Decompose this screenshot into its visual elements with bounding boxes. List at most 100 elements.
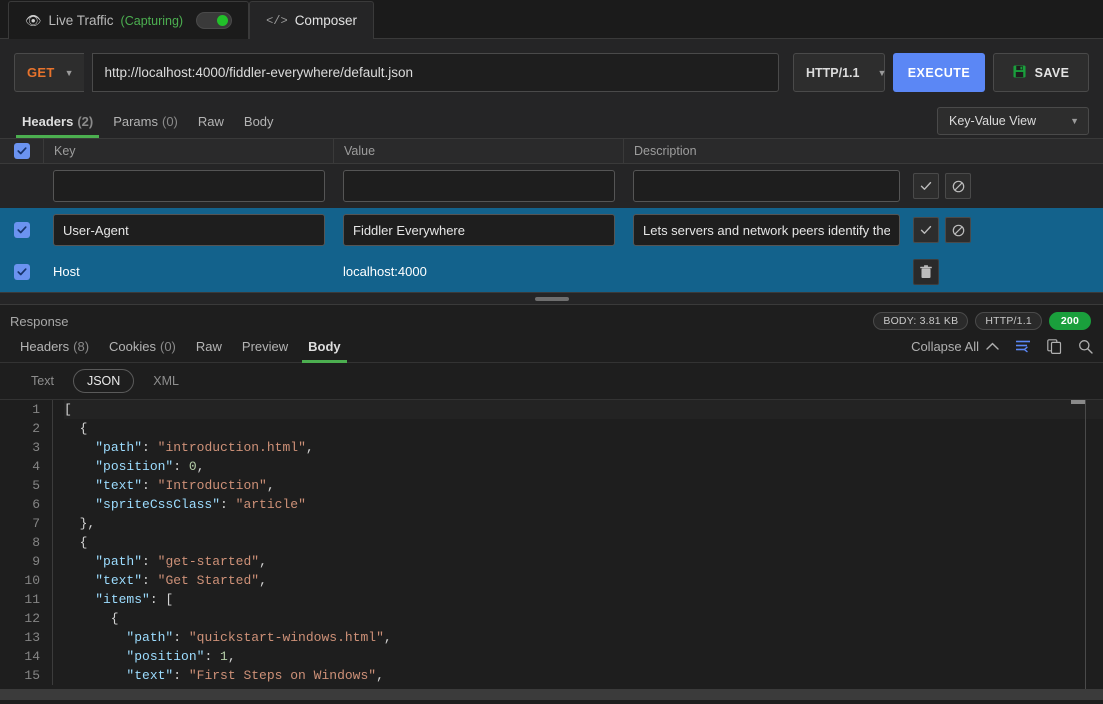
request-tab-raw-label: Raw — [197, 113, 224, 129]
format-selector: Text JSON XML — [0, 363, 1103, 399]
code-line: "path": "get-started", — [95, 554, 267, 569]
header-key-text: Host — [53, 264, 80, 279]
header-key-input[interactable] — [53, 214, 325, 246]
header-description-text — [623, 264, 633, 279]
request-tab-raw[interactable]: Raw — [188, 104, 234, 138]
top-tab-strip: 👁 Live Traffic (Capturing) </> Composer — [0, 0, 1103, 39]
code-line: [ — [64, 400, 1103, 419]
request-subtabs: Headers (2) Params (0) Raw Body — [12, 104, 284, 138]
splitter-grip[interactable] — [534, 296, 569, 301]
code-line: { — [64, 535, 88, 550]
column-header-description: Description — [634, 144, 697, 158]
response-tab-preview[interactable]: Preview — [232, 329, 298, 363]
line-number: 5 — [32, 478, 40, 493]
response-tab-headers[interactable]: Headers (8) — [10, 329, 99, 363]
chevron-down-icon: ▼ — [64, 67, 74, 78]
request-tab-headers-count: (2) — [77, 113, 94, 129]
response-tab-raw-label: Raw — [195, 338, 222, 354]
chevron-up-icon — [986, 339, 999, 354]
collapse-all-button[interactable]: Collapse All — [911, 339, 999, 354]
response-tab-raw[interactable]: Raw — [186, 329, 232, 363]
table-row[interactable]: Host localhost:4000 — [0, 252, 1103, 292]
headers-grid: Key Value Description User-Agent Fiddler… — [0, 138, 1103, 292]
select-all-checkbox[interactable] — [13, 143, 30, 159]
request-pane: GET ▼ HTTP/1.1 ▼ EXECUTE SAVE Headers (2… — [0, 39, 1103, 292]
format-text[interactable]: Text — [18, 370, 67, 392]
header-description-input[interactable] — [633, 214, 900, 246]
request-tab-body-label: Body — [243, 113, 274, 129]
copy-icon[interactable] — [1047, 338, 1062, 354]
body-size-badge: BODY: 3.81 KB — [873, 312, 969, 330]
code-line: { — [64, 611, 119, 626]
save-icon — [1013, 64, 1026, 81]
response-pane: Response BODY: 3.81 KB HTTP/1.1 200 Head… — [0, 305, 1103, 700]
wrap-text-icon[interactable] — [1015, 339, 1031, 353]
capturing-status: (Capturing) — [120, 13, 184, 28]
status-badge: 200 — [1048, 312, 1091, 330]
vertical-scrollbar-thumb[interactable] — [1071, 400, 1085, 404]
response-tab-cookies[interactable]: Cookies (0) — [99, 329, 186, 363]
toggle-knob — [217, 15, 229, 26]
row-checkbox[interactable] — [13, 264, 30, 280]
new-header-description-input[interactable] — [633, 170, 900, 202]
tab-live-traffic[interactable]: 👁 Live Traffic (Capturing) — [8, 1, 250, 39]
select-all-cell — [0, 143, 43, 159]
response-tab-body[interactable]: Body — [298, 329, 351, 363]
format-xml[interactable]: XML — [140, 370, 192, 392]
chevron-down-icon: ▼ — [1070, 116, 1079, 126]
http-version-badge: HTTP/1.1 — [975, 312, 1042, 330]
pane-splitter[interactable] — [0, 292, 1103, 305]
request-tab-params[interactable]: Params (0) — [103, 104, 188, 138]
response-tab-body-label: Body — [308, 338, 341, 354]
header-value-text: localhost:4000 — [343, 264, 427, 279]
request-tab-headers[interactable]: Headers (2) — [12, 104, 103, 138]
confirm-icon[interactable] — [913, 173, 939, 199]
response-tab-headers-count: (8) — [73, 338, 90, 354]
page-title: Response — [10, 313, 69, 329]
headers-grid-header: Key Value Description — [0, 138, 1103, 164]
code-line: "text": "Get Started", — [95, 573, 267, 588]
vertical-scrollbar-track[interactable] — [1085, 400, 1086, 689]
request-tab-body[interactable]: Body — [234, 104, 284, 138]
confirm-icon[interactable] — [913, 217, 939, 243]
line-number: 2 — [32, 421, 40, 436]
http-version-selector[interactable]: HTTP/1.1 ▼ — [793, 53, 887, 92]
line-number-gutter: 1 2 3 4 5 6 7 8 9 10 11 12 13 14 15 — [0, 400, 52, 685]
format-json[interactable]: JSON — [72, 369, 135, 393]
table-row[interactable] — [0, 208, 1103, 252]
save-button[interactable]: SAVE — [993, 53, 1089, 92]
column-header-key: Key — [54, 144, 76, 158]
json-code-area: 1 2 3 4 5 6 7 8 9 10 11 12 13 14 15 [ { "path": "intro… — [0, 400, 1103, 685]
eye-icon: 👁 — [25, 12, 42, 28]
execute-button[interactable]: EXECUTE — [893, 53, 985, 92]
search-icon[interactable] — [1078, 339, 1093, 354]
response-body-viewer[interactable]: 1 2 3 4 5 6 7 8 9 10 11 12 13 14 15 [ { "path": "intro… — [0, 399, 1103, 689]
response-tabs: Headers (8) Cookies (0) Raw Preview Body — [10, 329, 351, 363]
code-line: }, — [64, 516, 96, 531]
view-mode-select[interactable]: Key-Value View ▼ — [937, 107, 1089, 135]
request-subtabs-row: Headers (2) Params (0) Raw Body Key-Valu… — [0, 104, 1103, 138]
request-tab-params-label: Params — [113, 113, 158, 129]
tab-composer[interactable]: </> Composer — [249, 1, 374, 39]
cancel-icon[interactable] — [945, 217, 971, 243]
line-number: 11 — [24, 592, 40, 607]
line-number: 15 — [24, 668, 40, 683]
url-input[interactable] — [91, 53, 779, 92]
capture-toggle[interactable] — [196, 12, 233, 29]
code-line: "spriteCssClass": "article" — [95, 497, 306, 512]
view-mode-label: Key-Value View — [949, 114, 1037, 128]
header-value-input[interactable] — [343, 214, 615, 246]
code-line: "path": "introduction.html", — [95, 440, 314, 455]
code-line: "text": "Introduction", — [95, 478, 275, 493]
new-header-value-input[interactable] — [343, 170, 615, 202]
cancel-icon[interactable] — [945, 173, 971, 199]
new-header-key-input[interactable] — [53, 170, 325, 202]
code-line: "path": "quickstart-windows.html", — [126, 630, 392, 645]
collapse-all-label: Collapse All — [911, 338, 979, 354]
delete-icon[interactable] — [913, 259, 939, 285]
method-selector[interactable]: GET ▼ — [14, 53, 84, 92]
chevron-down-icon: ▼ — [877, 67, 887, 78]
line-number: 6 — [32, 497, 40, 512]
line-number: 3 — [32, 440, 40, 455]
row-checkbox[interactable] — [13, 222, 30, 238]
